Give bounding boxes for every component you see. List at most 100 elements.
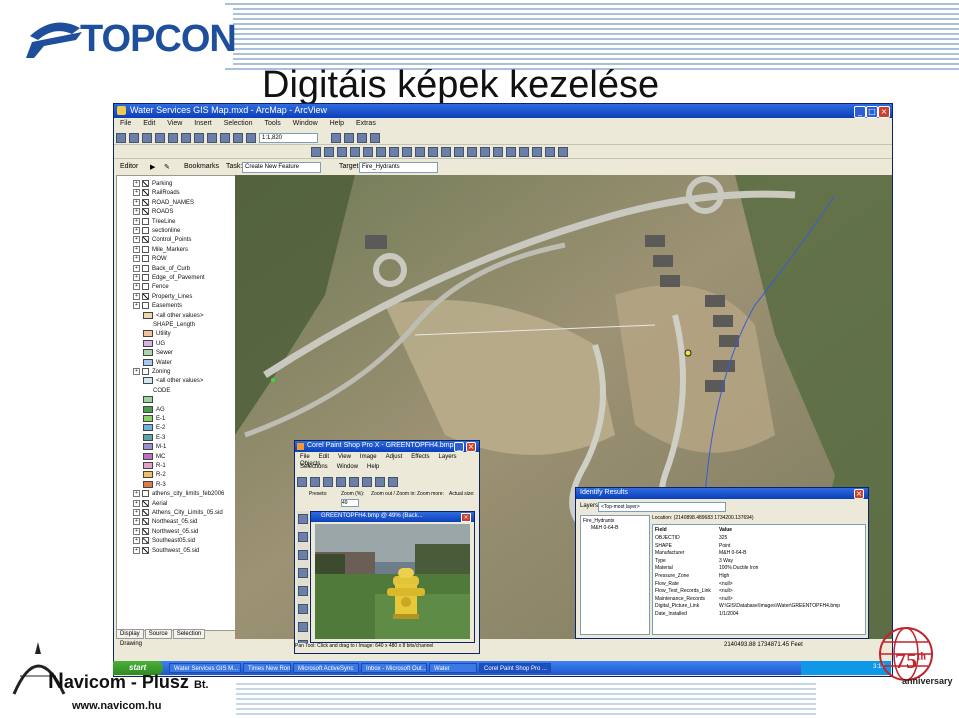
toc-item[interactable]: + Edge_of_Pavement [133,274,205,283]
measure-icon[interactable] [467,147,477,157]
psp-print-icon[interactable] [336,477,346,487]
expand-icon[interactable]: + [133,537,140,545]
expand-icon[interactable]: + [133,189,140,197]
arctoolbox-icon[interactable] [344,133,354,143]
toc-item[interactable]: + TreeLine [133,217,175,227]
menu-tools[interactable]: Tools [264,120,280,127]
psp-menu-view[interactable]: View [338,454,351,460]
toc-item[interactable]: + Mile_Markers [133,245,188,255]
layer-checkbox[interactable] [142,527,149,535]
toc-item[interactable]: + athens_city_limits_feb2006 [133,490,224,499]
layer-checkbox[interactable] [142,217,149,225]
drawing-menu[interactable]: Drawing [120,641,142,647]
taskbar-item-water[interactable]: Water [429,663,477,673]
expand-icon[interactable]: + [133,227,140,234]
psp-menu-selections[interactable]: Selections [300,464,328,470]
select-elements-icon[interactable] [428,147,438,157]
toc-item[interactable]: + Aerial [133,499,167,509]
eraser-tool-icon[interactable] [298,622,308,632]
close-icon[interactable]: × [878,106,890,118]
expand-icon[interactable]: + [133,208,140,216]
layer-checkbox[interactable] [142,180,149,187]
paste-icon[interactable] [194,133,204,143]
toc-item[interactable]: + Southwest_05.sid [133,546,199,556]
expand-icon[interactable]: + [133,198,140,206]
psp-new-icon[interactable] [297,477,307,487]
layer-checkbox[interactable] [142,292,149,300]
toc-item[interactable]: + sectionline [133,227,180,236]
toc-item[interactable]: + Property_Lines [133,292,192,302]
task-select[interactable]: Create New Feature [242,162,321,173]
expand-icon[interactable]: + [133,527,140,535]
expand-icon[interactable]: + [133,546,140,554]
zoom-in-icon[interactable] [311,147,321,157]
editor-menu[interactable]: Editor [120,163,138,170]
hydrant-marker-icon[interactable] [684,349,692,357]
toc-item[interactable]: + ROADS [133,208,173,217]
expand-icon[interactable]: + [133,283,140,291]
editor-toolbar-icon[interactable] [331,133,341,143]
taskbar-item-font[interactable]: Times New Roman [243,663,291,673]
binoculars-icon[interactable] [532,147,542,157]
tab-selection[interactable]: Selection [172,629,206,639]
save-icon[interactable] [142,133,152,143]
crop-tool-icon[interactable] [298,568,308,578]
print-icon[interactable] [155,133,165,143]
layer-checkbox[interactable] [142,245,149,253]
taskbar-item-outlook[interactable]: Inbox - Microsoft Out... [361,663,427,673]
taskbar-item-psp[interactable]: Corel Paint Shop Pro ... [479,663,551,673]
toc-item[interactable]: + Fence [133,283,169,292]
expand-icon[interactable]: + [133,499,140,507]
toc-item[interactable]: + ROAD_NAMES [133,198,194,208]
psp-menu-effects[interactable]: Effects [411,454,429,460]
psp-save-icon[interactable] [323,477,333,487]
copy-icon[interactable] [181,133,191,143]
layer-checkbox[interactable] [142,490,149,498]
fixed-zoom-in-icon[interactable] [337,147,347,157]
expand-icon[interactable]: + [133,217,140,225]
image-window-close-icon[interactable]: × [461,513,471,522]
layer-checkbox[interactable] [142,499,149,507]
psp-crop-icon[interactable] [375,477,385,487]
identify-close-icon[interactable]: × [854,489,864,499]
zoom-out-icon[interactable] [324,147,334,157]
globe-icon[interactable] [493,147,503,157]
identify-icon[interactable] [441,147,451,157]
menu-file[interactable]: File [120,120,131,127]
layer-checkbox[interactable] [142,274,149,281]
menu-help[interactable]: Help [330,120,344,127]
forward-extent-icon[interactable] [402,147,412,157]
expand-icon[interactable]: + [133,274,140,281]
expand-icon[interactable]: + [133,368,140,375]
expand-icon[interactable]: + [133,245,140,253]
toc-item[interactable]: + RailRoads [133,189,180,198]
expand-icon[interactable]: + [133,518,140,526]
toc-item[interactable]: + Athens_City_Limits_05.sid [133,509,223,518]
maximize-icon[interactable]: □ [866,106,878,118]
layer-checkbox[interactable] [142,227,149,234]
new-icon[interactable] [116,133,126,143]
toc-item[interactable]: + Parking [133,180,172,189]
edit-tool-icon[interactable]: ▶ [150,163,155,171]
psp-menu-image[interactable]: Image [360,454,377,460]
select-features-icon[interactable] [415,147,425,157]
layer-checkbox[interactable] [142,509,149,516]
full-extent-icon[interactable] [376,147,386,157]
expand-icon[interactable]: + [133,490,140,498]
undo-icon[interactable] [220,133,230,143]
expand-icon[interactable]: + [133,292,140,300]
psp-layers-icon[interactable] [388,477,398,487]
zoom-input[interactable]: 49 [341,499,359,507]
psp-menu-layers[interactable]: Layers [439,454,457,460]
minimize-icon[interactable]: _ [854,106,866,118]
layer-checkbox[interactable] [142,236,149,244]
brush-tool-icon[interactable] [298,586,308,596]
psp-redo-icon[interactable] [362,477,372,487]
flag-icon[interactable] [519,147,529,157]
menu-window[interactable]: Window [293,120,318,127]
layer-checkbox[interactable] [142,518,149,526]
psp-undo-icon[interactable] [349,477,359,487]
pan-tool-icon[interactable] [298,514,308,524]
layers-select[interactable]: <Top-most layer> [598,502,726,512]
cut-icon[interactable] [168,133,178,143]
